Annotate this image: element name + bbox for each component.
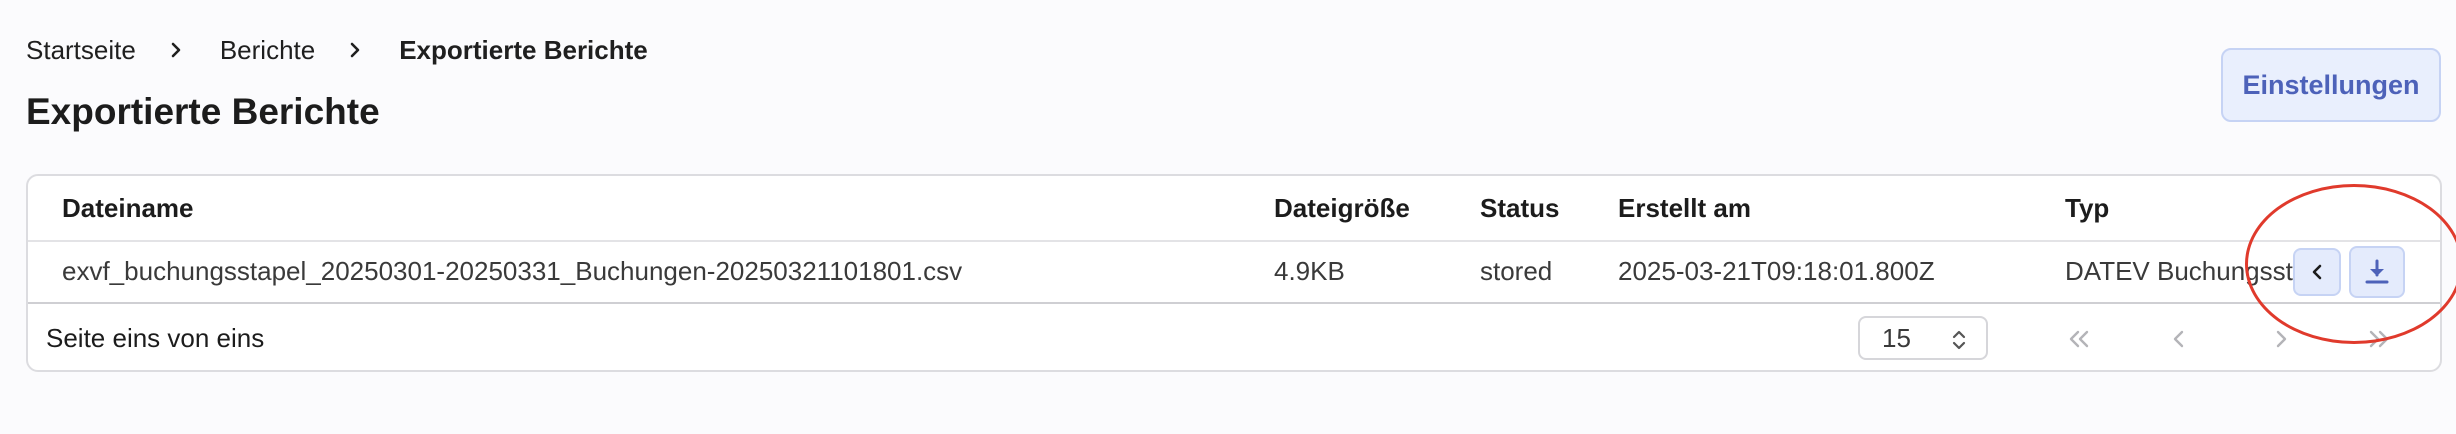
chevron-left-icon [2168, 327, 2190, 351]
last-page-button[interactable] [2362, 322, 2396, 356]
next-page-button[interactable] [2264, 322, 2298, 356]
breadcrumb-item-startseite[interactable]: Startseite [26, 30, 136, 70]
column-header-status[interactable]: Status [1480, 176, 1559, 240]
row-collapse-button[interactable] [2293, 248, 2341, 296]
table-header-row: Dateiname Dateigröße Status Erstellt am … [28, 176, 2440, 242]
previous-page-button[interactable] [2162, 322, 2196, 356]
chevron-right-icon [2270, 327, 2292, 351]
breadcrumb: Startseite Berichte Exportierte Berichte [26, 30, 648, 70]
chevron-up-down-icon [1950, 327, 1968, 360]
page-title: Exportierte Berichte [26, 91, 380, 132]
chevrons-left-icon [2066, 327, 2092, 351]
column-header-filename[interactable]: Dateiname [62, 176, 194, 240]
chevron-left-icon [2307, 262, 2327, 282]
column-header-created[interactable]: Erstellt am [1618, 176, 1751, 240]
download-button[interactable] [2349, 246, 2405, 298]
settings-button[interactable]: Einstellungen [2221, 48, 2441, 122]
table-footer: Seite eins von eins 15 [28, 304, 2440, 370]
chevron-right-icon [166, 40, 186, 60]
breadcrumb-item-berichte[interactable]: Berichte [220, 30, 315, 70]
download-icon [2362, 257, 2392, 287]
first-page-button[interactable] [2062, 322, 2096, 356]
cell-created: 2025-03-21T09:18:01.800Z [1618, 255, 1935, 286]
cell-size: 4.9KB [1274, 255, 1345, 286]
chevron-right-icon [345, 40, 365, 60]
cell-filename: exvf_buchungsstapel_20250301-20250331_Bu… [62, 255, 963, 286]
cell-status: stored [1480, 255, 1553, 286]
breadcrumb-item-current: Exportierte Berichte [399, 35, 648, 65]
column-header-size[interactable]: Dateigröße [1274, 176, 1410, 240]
column-header-type[interactable]: Typ [2065, 176, 2340, 240]
page-size-value: 15 [1882, 322, 1911, 353]
page-size-select[interactable]: 15 [1858, 316, 1988, 360]
chevrons-right-icon [2366, 327, 2392, 351]
reports-table: Dateiname Dateigröße Status Erstellt am … [26, 174, 2442, 372]
pagination-info: Seite eins von eins [46, 322, 265, 353]
table-row[interactable]: exvf_buchungsstapel_20250301-20250331_Bu… [28, 240, 2440, 304]
